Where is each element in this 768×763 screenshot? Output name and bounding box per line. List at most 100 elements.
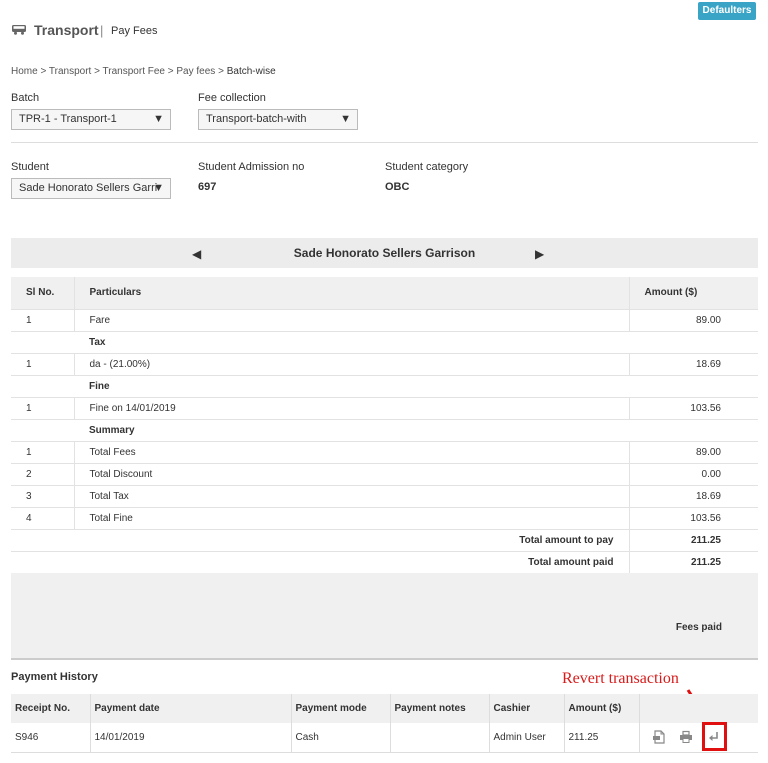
section-row: Fine [11,375,758,398]
total-paid-label: Total amount paid [11,551,629,574]
breadcrumb-batch-wise: Batch-wise [226,66,276,77]
row-amount: 89.00 [628,309,758,332]
row-amount: 18.69 [628,353,758,376]
cashier: Admin User [489,723,565,753]
row-particular: Total Fine [74,507,629,530]
divider [11,142,758,143]
row-sl: 2 [11,463,75,486]
admission-no-value: 697 [198,181,217,193]
batch-label: Batch [11,92,40,104]
row-amount: 0.00 [628,463,758,486]
row-amount: 18.69 [628,485,758,508]
row-amount: 103.56 [628,397,758,420]
fees-paid-panel: Fees paid [11,573,758,660]
payment-history-title: Payment History [11,671,98,683]
page-subtitle: Pay Fees [111,25,158,37]
breadcrumb-transport-fee[interactable]: Transport Fee [103,66,165,77]
row-particular: Total Fees [74,441,629,464]
student-select-value: Sade Honorato Sellers Garri [19,182,158,194]
receipt-no: S946 [11,723,91,753]
student-label: Student [11,161,49,173]
table-row: S946 14/01/2019 Cash Admin User 211.25 [11,723,758,753]
admission-no-label: Student Admission no [198,161,305,173]
table-row: 3 Total Tax 18.69 [11,485,758,508]
breadcrumb: Home > Transport > Transport Fee > Pay f… [11,66,276,77]
table-row: 1 da - (21.00%) 18.69 [11,353,758,376]
row-sl: 3 [11,485,75,508]
fees-table: Sl No. Particulars Amount ($) 1 Fare 89.… [11,277,758,574]
row-particular: Fine on 14/01/2019 [74,397,629,420]
fee-collection-select[interactable]: Transport-batch-with ▼ [198,109,358,130]
pdf-icon[interactable] [652,730,666,744]
dropdown-arrow-icon: ▼ [340,113,351,125]
batch-select[interactable]: TPR-1 - Transport-1 ▼ [11,109,171,130]
breadcrumb-sep: > [91,66,103,77]
col-particulars: Particulars [74,277,629,310]
amount: 211.25 [564,723,640,753]
revert-highlight-box [702,722,727,751]
section-row: Tax [11,331,758,354]
revert-transaction-annotation: Revert transaction [562,670,679,687]
total-row: Total amount to pay 211.25 [11,529,758,552]
breadcrumb-sep: > [164,66,177,77]
col-amount: Amount ($) [628,277,758,310]
breadcrumb-home[interactable]: Home [11,66,38,77]
col-payment-notes: Payment notes [390,694,490,723]
print-icon[interactable] [679,730,693,744]
fee-collection-select-value: Transport-batch-with [206,113,307,125]
breadcrumb-sep: > [37,66,49,77]
page-title: Transport [34,22,99,38]
next-student-arrow-icon[interactable]: ▶ [535,247,544,261]
table-row: 1 Total Fees 89.00 [11,441,758,464]
actions-cell [639,723,758,753]
row-sl: 1 [11,353,75,376]
breadcrumb-pay-fees[interactable]: Pay fees [176,66,215,77]
row-sl: 4 [11,507,75,530]
table-row: 2 Total Discount 0.00 [11,463,758,486]
title-separator: | [100,23,104,38]
col-amount: Amount ($) [564,694,640,723]
section-spacer [11,331,74,354]
row-sl: 1 [11,441,75,464]
section-spacer [11,375,74,398]
section-spacer [11,419,74,442]
breadcrumb-transport[interactable]: Transport [49,66,91,77]
total-row: Total amount paid 211.25 [11,551,758,574]
payment-notes [390,723,490,753]
fee-collection-label: Fee collection [198,92,266,104]
row-particular: Total Discount [74,463,629,486]
defaulters-button[interactable]: Defaulters [698,2,756,20]
section-label: Tax [74,331,758,354]
col-receipt-no: Receipt No. [11,694,91,723]
row-particular: Fare [74,309,629,332]
dropdown-arrow-icon: ▼ [153,113,164,125]
row-amount: 89.00 [628,441,758,464]
student-category-value: OBC [385,181,410,193]
dropdown-arrow-icon: ▼ [153,182,164,194]
section-label: Summary [74,419,758,442]
breadcrumb-sep: > [215,66,227,77]
payment-history-header: Receipt No. Payment date Payment mode Pa… [11,694,758,723]
row-particular: da - (21.00%) [74,353,629,376]
col-cashier: Cashier [489,694,565,723]
student-navigator: ◀ Sade Honorato Sellers Garrison ▶ [11,238,758,268]
row-sl: 1 [11,309,75,332]
payment-mode: Cash [291,723,391,753]
row-amount: 103.56 [628,507,758,530]
col-actions [639,694,758,723]
fees-paid-status: Fees paid [675,622,722,633]
row-sl: 1 [11,397,75,420]
row-particular: Total Tax [74,485,629,508]
student-name: Sade Honorato Sellers Garrison [293,246,476,260]
bus-icon [12,25,26,35]
section-label: Fine [74,375,758,398]
table-row: 4 Total Fine 103.56 [11,507,758,530]
batch-select-value: TPR-1 - Transport-1 [19,113,117,125]
payment-date: 14/01/2019 [90,723,292,753]
table-row: 1 Fare 89.00 [11,309,758,332]
col-payment-mode: Payment mode [291,694,391,723]
total-to-pay-label: Total amount to pay [11,529,629,552]
col-payment-date: Payment date [90,694,292,723]
table-row: 1 Fine on 14/01/2019 103.56 [11,397,758,420]
student-select[interactable]: Sade Honorato Sellers Garri ▼ [11,178,171,199]
